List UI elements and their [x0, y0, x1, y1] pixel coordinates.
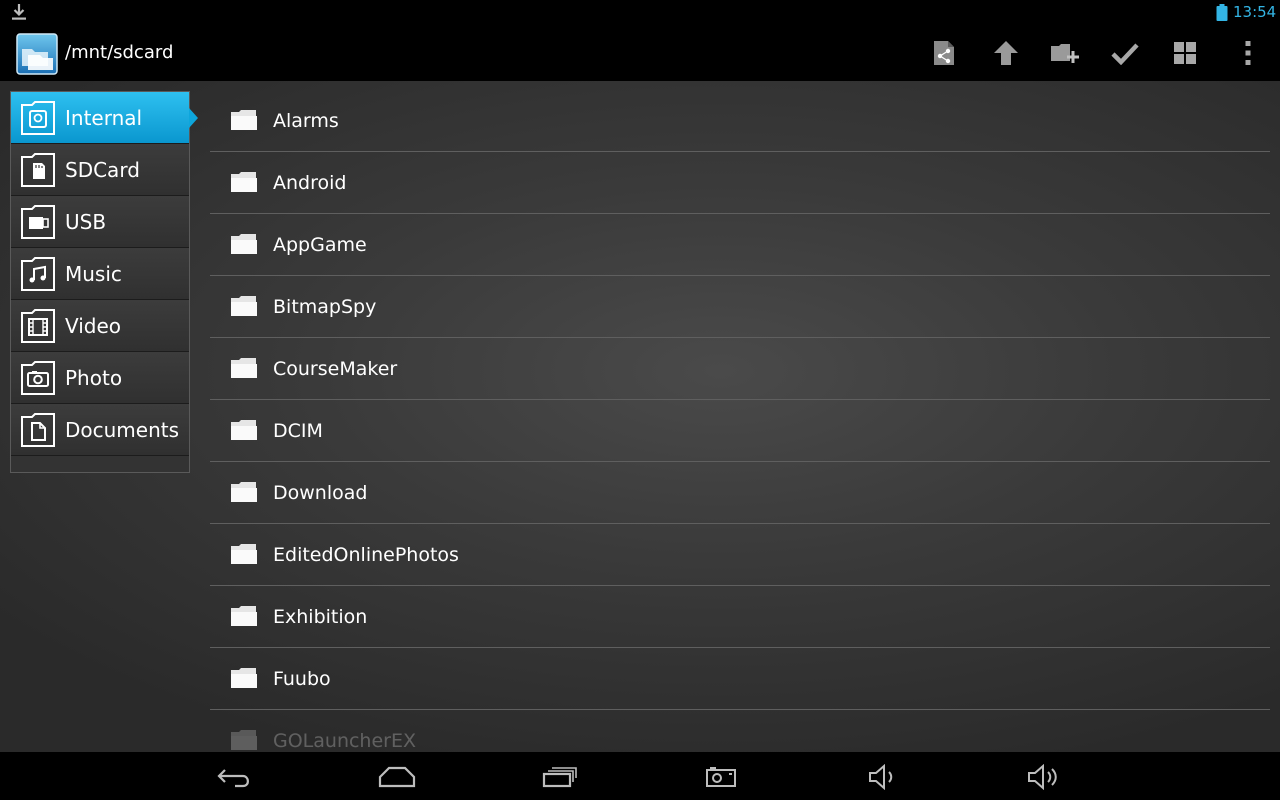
sidebar-item-documents[interactable]: Documents	[11, 404, 189, 456]
home-icon	[378, 766, 416, 788]
folder-icon	[231, 296, 257, 316]
view-mode-button[interactable]	[1163, 31, 1207, 75]
active-indicator	[189, 108, 198, 128]
volume-down-button[interactable]	[863, 762, 903, 792]
list-item[interactable]: Android	[210, 152, 1270, 214]
list-item[interactable]: Download	[210, 462, 1270, 524]
navigation-bar	[0, 752, 1280, 800]
list-item[interactable]: DCIM	[210, 400, 1270, 462]
document-icon	[21, 413, 55, 447]
file-name: Exhibition	[273, 606, 368, 628]
recent-apps-button[interactable]	[540, 762, 580, 792]
sidebar-item-music[interactable]: Music	[11, 248, 189, 300]
file-name: Download	[273, 482, 368, 504]
file-name: DCIM	[273, 420, 323, 442]
main-content: Internal SDCard USB Music Video Photo Do…	[0, 81, 1280, 752]
sidebar-item-photo[interactable]: Photo	[11, 352, 189, 404]
music-note-icon	[21, 257, 55, 291]
sidebar-item-label: USB	[65, 210, 107, 234]
sidebar-item-internal[interactable]: Internal	[11, 92, 198, 144]
file-manager-icon[interactable]	[16, 33, 58, 75]
overflow-menu-icon	[1245, 41, 1251, 65]
sidebar-item-label: Music	[65, 262, 122, 286]
up-arrow-icon	[994, 41, 1018, 65]
list-item[interactable]: GOLauncherEX	[210, 710, 1270, 752]
sidebar-item-sdcard[interactable]: SDCard	[11, 144, 189, 196]
storage-sidebar: Internal SDCard USB Music Video Photo Do…	[10, 91, 198, 473]
film-icon	[21, 309, 55, 343]
new-folder-button[interactable]	[1043, 31, 1087, 75]
folder-icon	[231, 544, 257, 564]
sidebar-item-video[interactable]: Video	[11, 300, 189, 352]
overflow-menu-button[interactable]	[1226, 31, 1270, 75]
screenshot-button[interactable]	[701, 762, 741, 792]
checkmark-icon	[1111, 43, 1139, 65]
list-item[interactable]: Exhibition	[210, 586, 1270, 648]
folder-icon	[231, 110, 257, 130]
file-name: BitmapSpy	[273, 296, 377, 318]
current-path: /mnt/sdcard	[65, 42, 174, 63]
volume-up-icon	[1028, 764, 1057, 790]
screenshot-icon	[706, 767, 736, 787]
status-bar: 13:54	[0, 0, 1280, 25]
grid-view-icon	[1174, 42, 1196, 64]
sidebar-item-label: Video	[65, 314, 122, 338]
folder-icon	[231, 482, 257, 502]
list-item[interactable]: AppGame	[210, 214, 1270, 276]
folder-icon	[231, 234, 257, 254]
download-icon	[12, 4, 26, 20]
sdcard-icon	[21, 153, 55, 187]
new-folder-icon	[1051, 44, 1079, 63]
select-button[interactable]	[1103, 31, 1147, 75]
share-icon	[934, 41, 954, 65]
recent-apps-icon	[542, 767, 577, 788]
action-bar: /mnt/sdcard	[0, 25, 1280, 81]
sidebar-item-label: Documents	[65, 418, 180, 442]
usb-icon	[21, 205, 55, 239]
file-name: EditedOnlinePhotos	[273, 544, 459, 566]
file-list[interactable]: Alarms Android AppGame BitmapSpy CourseM…	[210, 90, 1270, 752]
file-name: Alarms	[273, 110, 339, 132]
share-button[interactable]	[922, 31, 966, 75]
volume-down-icon	[869, 764, 893, 790]
file-name: Android	[273, 172, 347, 194]
clock: 13:54	[1233, 3, 1277, 21]
list-item[interactable]: CourseMaker	[210, 338, 1270, 400]
sidebar-item-label: Photo	[65, 366, 123, 390]
volume-up-button[interactable]	[1024, 762, 1064, 792]
folder-icon	[231, 730, 257, 750]
folder-icon	[231, 358, 257, 378]
up-directory-button[interactable]	[984, 31, 1028, 75]
battery-icon	[1216, 4, 1228, 21]
camera-icon	[21, 361, 55, 395]
home-button[interactable]	[377, 762, 417, 792]
folder-icon	[231, 172, 257, 192]
file-name: Fuubo	[273, 668, 331, 690]
file-name: GOLauncherEX	[273, 730, 417, 752]
sidebar-item-usb[interactable]: USB	[11, 196, 189, 248]
back-button[interactable]	[215, 762, 255, 792]
sidebar-item-label: SDCard	[65, 158, 140, 182]
sidebar-item-label: Internal	[65, 106, 143, 130]
list-item[interactable]: Alarms	[210, 90, 1270, 152]
folder-icon	[231, 420, 257, 440]
list-item[interactable]: BitmapSpy	[210, 276, 1270, 338]
folder-icon	[231, 606, 257, 626]
list-item[interactable]: EditedOnlinePhotos	[210, 524, 1270, 586]
list-item[interactable]: Fuubo	[210, 648, 1270, 710]
back-icon	[217, 769, 249, 788]
file-name: AppGame	[273, 234, 367, 256]
internal-storage-icon	[21, 101, 55, 135]
file-name: CourseMaker	[273, 358, 398, 380]
folder-icon	[231, 668, 257, 688]
